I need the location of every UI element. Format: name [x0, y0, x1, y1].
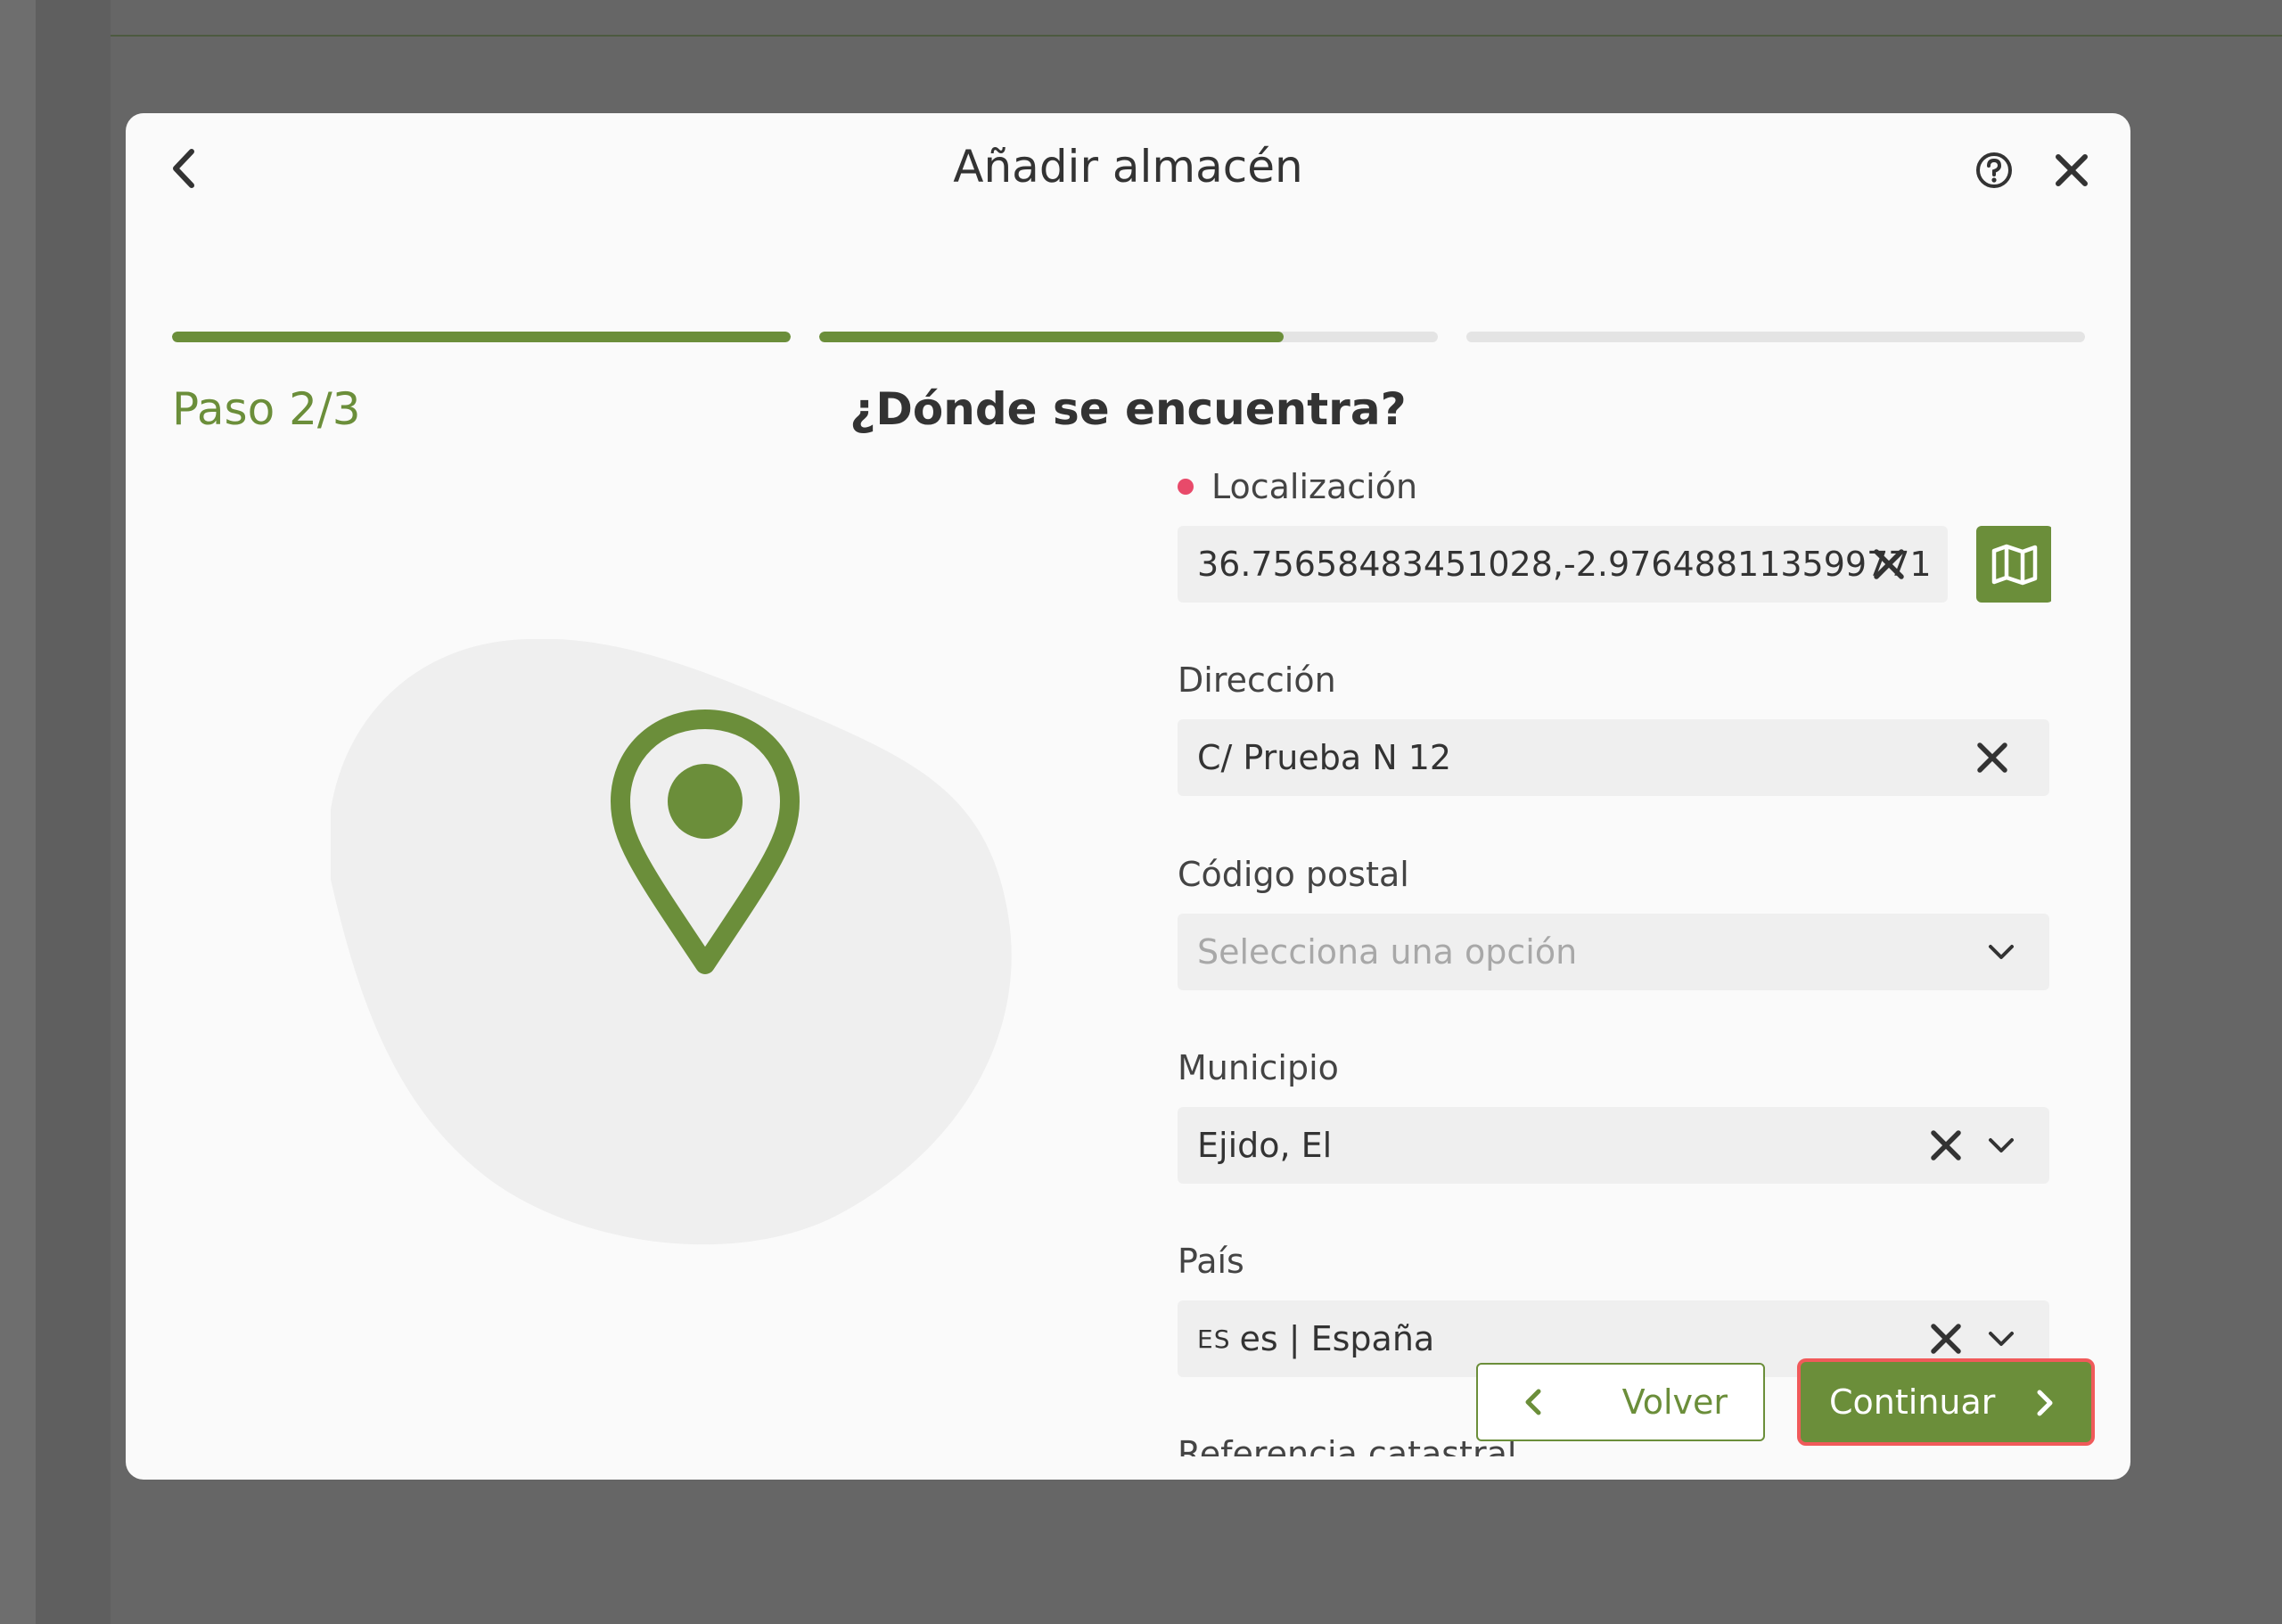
direccion-label: Dirección — [1178, 660, 1336, 700]
help-icon — [1976, 152, 2012, 188]
field-localizacion: Localización 36.75658483451028,-2.976488… — [1178, 465, 2051, 603]
progress-fill — [172, 332, 791, 342]
required-indicator — [1178, 479, 1194, 495]
clear-icon[interactable] — [1926, 1126, 1966, 1165]
localizacion-value: 36.75658483451028,-2.976488113599771 — [1197, 545, 1932, 584]
open-map-button[interactable] — [1976, 526, 2051, 603]
codigo-postal-label: Código postal — [1178, 855, 1409, 894]
chevron-left-icon — [1525, 1389, 1541, 1415]
field-codigo-postal: Código postal Selecciona una opción — [1178, 853, 2051, 990]
pais-value: es | España — [1239, 1319, 1435, 1358]
progress-step-1 — [172, 332, 791, 342]
modal-title: Añadir almacén — [953, 141, 1303, 193]
map-icon — [1991, 544, 2038, 586]
clear-icon[interactable] — [1926, 1319, 1966, 1358]
localizacion-label: Localización — [1211, 467, 1418, 506]
background-strip — [0, 0, 36, 1624]
add-warehouse-modal: Añadir almacén Paso 2/3 ¿Dónde se encuen… — [126, 113, 2130, 1480]
codigo-postal-placeholder: Selecciona una opción — [1197, 932, 1578, 972]
municipio-value: Ejido, El — [1197, 1126, 1333, 1165]
field-direccion: Dirección C/ Prueba N 12 — [1178, 659, 2051, 796]
localizacion-input[interactable]: 36.75658483451028,-2.976488113599771 — [1178, 526, 1948, 603]
step-title: ¿Dónde se encuentra? — [850, 383, 1407, 435]
field-municipio: Municipio Ejido, El — [1178, 1046, 2051, 1184]
chevron-down-icon[interactable] — [1983, 1321, 2019, 1357]
close-modal-button[interactable] — [2048, 147, 2095, 193]
municipio-label: Municipio — [1178, 1048, 1339, 1087]
clear-icon[interactable] — [1869, 545, 1909, 584]
close-icon — [2056, 154, 2088, 186]
help-button[interactable] — [1971, 147, 2017, 193]
background-sidebar — [36, 0, 111, 1624]
progress-fill — [819, 332, 1284, 342]
municipio-select[interactable]: Ejido, El — [1178, 1107, 2049, 1184]
chevron-right-icon — [2037, 1390, 2053, 1416]
progress-step-2 — [819, 332, 1438, 342]
location-form: Localización 36.75658483451028,-2.976488… — [1178, 465, 2051, 1456]
back-button[interactable]: Volver — [1476, 1363, 1765, 1441]
direccion-input[interactable]: C/ Prueba N 12 — [1178, 719, 2049, 796]
progress-step-3 — [1466, 332, 2085, 342]
country-flag: ES — [1197, 1324, 1231, 1354]
continue-button-label: Continuar — [1829, 1382, 1996, 1422]
background-divider — [111, 35, 2282, 37]
field-pais: País ES es | España — [1178, 1240, 2051, 1377]
codigo-postal-select[interactable]: Selecciona una opción — [1178, 914, 2049, 990]
location-illustration — [331, 639, 1012, 1245]
clear-icon[interactable] — [1973, 738, 2012, 777]
pais-label: País — [1178, 1242, 1244, 1281]
direccion-value: C/ Prueba N 12 — [1197, 738, 1452, 777]
chevron-down-icon[interactable] — [1983, 1128, 2019, 1163]
back-button-label: Volver — [1621, 1382, 1728, 1422]
continue-button[interactable]: Continuar — [1797, 1358, 2095, 1446]
chevron-down-icon[interactable] — [1983, 934, 2019, 970]
